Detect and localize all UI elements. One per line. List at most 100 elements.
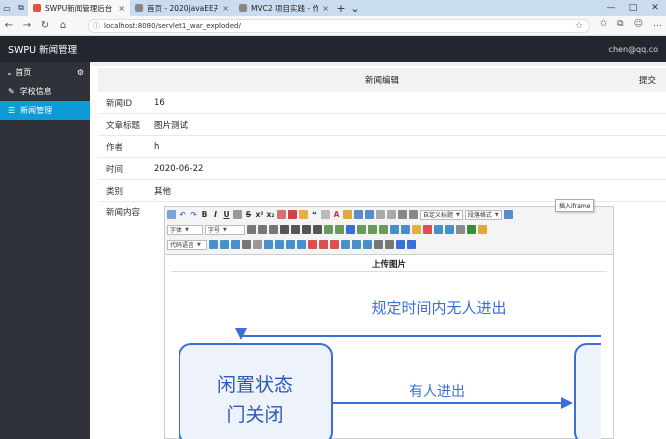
editor-content[interactable]: 上传图片 规定时间内无人进出 闲置状态 门关闭 有人进出 bbox=[165, 255, 613, 439]
insert-col-icon[interactable] bbox=[297, 240, 306, 249]
font-family-select[interactable]: 字体 ▼ bbox=[167, 224, 203, 235]
sidebar-item-news-management[interactable]: ☰ 新闻管理 bbox=[0, 101, 90, 120]
superscript-icon[interactable]: x² bbox=[255, 210, 264, 219]
back-icon[interactable]: ← bbox=[0, 20, 18, 31]
field-value-time[interactable]: 2020-06-22 bbox=[154, 164, 203, 174]
undo-icon[interactable]: ↶ bbox=[178, 210, 187, 219]
field-value-title[interactable]: 图片测试 bbox=[154, 119, 188, 131]
tab-actions-icon[interactable]: ⧉ bbox=[14, 0, 28, 16]
italic-icon[interactable]: I bbox=[211, 210, 220, 219]
tab-close-icon[interactable]: × bbox=[118, 4, 125, 13]
font-size-select[interactable]: 字号 ▼ bbox=[205, 224, 245, 235]
insert-row-icon[interactable] bbox=[286, 240, 295, 249]
table-icon[interactable] bbox=[275, 240, 284, 249]
insert-image-icon[interactable] bbox=[401, 225, 410, 234]
time-icon[interactable] bbox=[231, 240, 240, 249]
align-center-icon[interactable] bbox=[291, 225, 300, 234]
attachment-icon[interactable] bbox=[456, 225, 465, 234]
clear-doc-icon[interactable] bbox=[387, 210, 396, 219]
preview-icon[interactable] bbox=[385, 240, 394, 249]
sidebar-section-home[interactable]: ⌄ 首页 ⚙ bbox=[0, 62, 90, 82]
close-window-icon[interactable]: ✕ bbox=[644, 0, 666, 16]
maximize-icon[interactable]: □ bbox=[622, 0, 644, 16]
scrawl-icon[interactable] bbox=[423, 225, 432, 234]
favorites-icon[interactable]: ✩ bbox=[600, 19, 608, 29]
favorite-star-icon[interactable]: ☆ bbox=[575, 21, 583, 31]
delete-row-icon[interactable] bbox=[319, 240, 328, 249]
row-spacing-icon[interactable] bbox=[398, 210, 407, 219]
insert-video-icon[interactable] bbox=[434, 225, 443, 234]
subscript-icon[interactable]: x₂ bbox=[266, 210, 275, 219]
code-language-select[interactable]: 代码语言 ▼ bbox=[167, 239, 207, 250]
app-brand[interactable]: SWPU 新闻管理 bbox=[8, 42, 77, 56]
select-all-icon[interactable] bbox=[376, 210, 385, 219]
search-replace-icon[interactable] bbox=[264, 240, 273, 249]
browser-tab[interactable]: MVC2 项目实践 - 作业 - 20 × bbox=[234, 0, 334, 16]
auto-type-icon[interactable] bbox=[299, 210, 308, 219]
ordered-list-icon[interactable] bbox=[354, 210, 363, 219]
tab-list-chevron-icon[interactable]: ⌄ bbox=[348, 2, 362, 15]
collections-icon[interactable]: ⧉ bbox=[617, 19, 623, 29]
emotion-icon[interactable] bbox=[412, 225, 421, 234]
eraser-icon[interactable] bbox=[288, 210, 297, 219]
info-icon[interactable]: ⓘ bbox=[93, 21, 100, 31]
settings-gear-icon[interactable]: ⚙ bbox=[77, 68, 84, 77]
image-left-icon[interactable] bbox=[368, 225, 377, 234]
minimize-icon[interactable]: — bbox=[600, 0, 622, 16]
print-icon[interactable] bbox=[374, 240, 383, 249]
direction-ltr-icon[interactable] bbox=[247, 225, 256, 234]
simple-upload-icon[interactable] bbox=[390, 225, 399, 234]
blockquote-icon[interactable]: ❝ bbox=[310, 210, 319, 219]
field-value-id[interactable]: 16 bbox=[154, 98, 165, 108]
horizontal-rule-icon[interactable] bbox=[242, 240, 251, 249]
underline-icon[interactable]: U bbox=[222, 210, 231, 219]
special-char-icon[interactable] bbox=[253, 240, 262, 249]
unordered-list-icon[interactable] bbox=[365, 210, 374, 219]
delete-col-icon[interactable] bbox=[330, 240, 339, 249]
help-icon[interactable] bbox=[407, 240, 416, 249]
window-menu-icon[interactable]: ▭ bbox=[0, 0, 14, 16]
user-email[interactable]: chen@qq.co bbox=[609, 45, 658, 54]
home-icon[interactable]: ⌂ bbox=[54, 20, 72, 31]
link-icon[interactable] bbox=[324, 225, 333, 234]
drafts-icon[interactable] bbox=[396, 240, 405, 249]
align-right-icon[interactable] bbox=[302, 225, 311, 234]
field-value-author[interactable]: h bbox=[154, 142, 159, 152]
browser-tab-active[interactable]: SWPU新闻管理后台 × bbox=[28, 0, 130, 16]
paragraph-format-select[interactable]: 段落格式 ▼ bbox=[464, 209, 502, 220]
paste-plain-icon[interactable] bbox=[321, 210, 330, 219]
music-icon[interactable] bbox=[445, 225, 454, 234]
image-float-icon[interactable] bbox=[357, 225, 366, 234]
browser-tab[interactable]: 首页 - 2020javaEE开发技术 × bbox=[130, 0, 234, 16]
format-match-icon[interactable] bbox=[277, 210, 286, 219]
date-icon[interactable] bbox=[220, 240, 229, 249]
url-input[interactable]: ⓘ localhost:8080/servlet1_war_exploded/ … bbox=[88, 19, 590, 33]
bold-icon[interactable]: B bbox=[200, 210, 209, 219]
align-left-icon[interactable] bbox=[280, 225, 289, 234]
insert-iframe-icon[interactable] bbox=[503, 210, 513, 219]
template-icon[interactable] bbox=[478, 225, 487, 234]
refresh-icon[interactable]: ↻ bbox=[36, 20, 54, 31]
custom-title-select[interactable]: 自定义标题 ▼ bbox=[420, 209, 463, 220]
chart-icon[interactable] bbox=[363, 240, 372, 249]
forward-icon[interactable]: → bbox=[18, 20, 36, 31]
submit-button[interactable]: 提交 bbox=[639, 74, 656, 86]
tab-close-icon[interactable]: × bbox=[322, 4, 329, 13]
merge-cells-icon[interactable] bbox=[341, 240, 350, 249]
direction-rtl-icon[interactable] bbox=[258, 225, 267, 234]
page-break-icon[interactable] bbox=[209, 240, 218, 249]
profile-icon[interactable]: ☺ bbox=[634, 19, 643, 29]
source-html-icon[interactable] bbox=[167, 210, 176, 219]
sidebar-item-school-info[interactable]: ✎ 学校信息 bbox=[0, 82, 90, 101]
indent-icon[interactable] bbox=[269, 225, 278, 234]
delete-table-icon[interactable] bbox=[308, 240, 317, 249]
anchor-icon[interactable] bbox=[346, 225, 355, 234]
split-cells-icon[interactable] bbox=[352, 240, 361, 249]
align-justify-icon[interactable] bbox=[313, 225, 322, 234]
image-center-icon[interactable] bbox=[379, 225, 388, 234]
more-icon[interactable]: … bbox=[653, 19, 662, 29]
new-tab-button[interactable]: + bbox=[334, 2, 348, 15]
redo-icon[interactable]: ↷ bbox=[189, 210, 198, 219]
strikethrough-icon[interactable]: S bbox=[244, 210, 253, 219]
font-border-icon[interactable] bbox=[233, 210, 242, 219]
